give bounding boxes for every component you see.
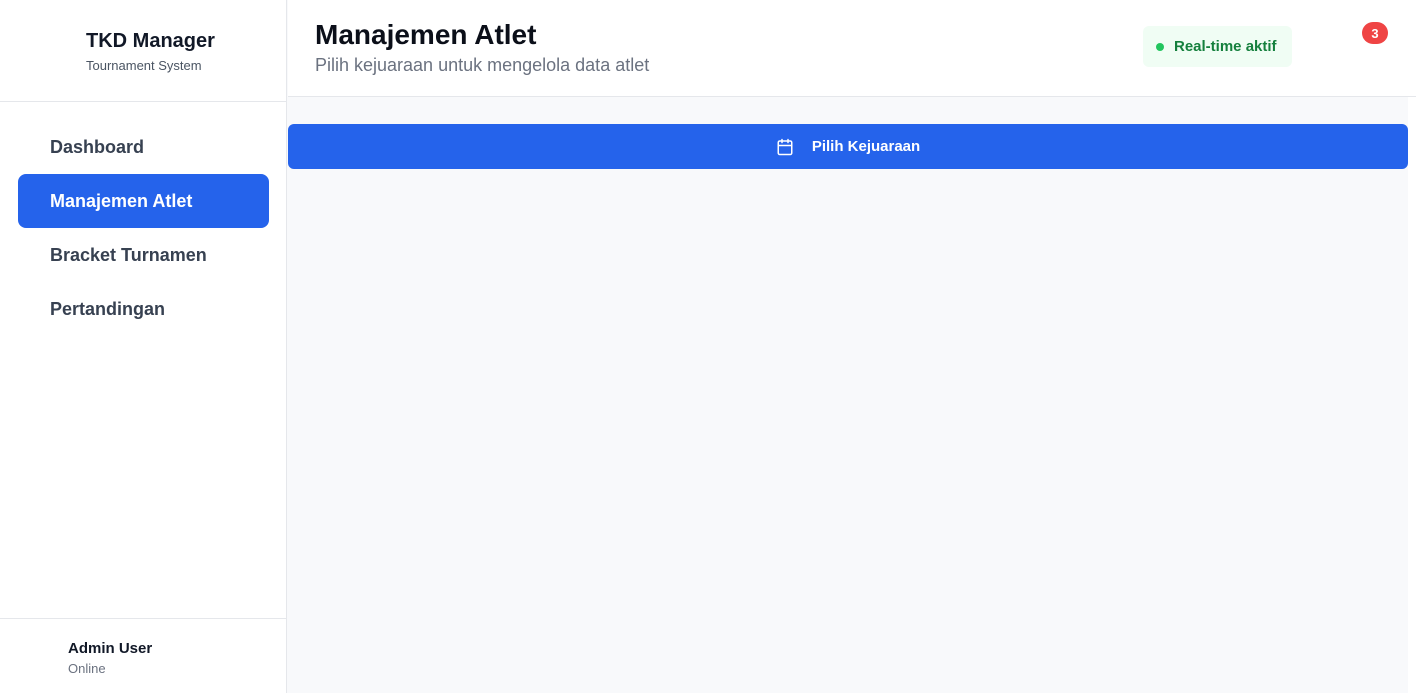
notification-count: 3	[1371, 25, 1379, 41]
user-name: Admin User	[68, 640, 153, 657]
brand-title: TKD Manager	[86, 30, 215, 52]
sidebar-nav: Dashboard Manajemen Atlet Bracket Turnam…	[18, 120, 269, 336]
pick-championship-button[interactable]: Pilih Kejuaraan	[288, 124, 1408, 169]
sidebar-item-label: Pertandingan	[50, 298, 166, 319]
pick-championship-label: Pilih Kejuaraan	[811, 138, 921, 155]
user-panel[interactable]: Admin User Online	[0, 618, 286, 693]
sidebar-item-bracket-turnamen[interactable]: Bracket Turnamen	[18, 228, 269, 282]
status-dot-icon	[1156, 42, 1164, 51]
sidebar-item-manajemen-atlet[interactable]: Manajemen Atlet	[18, 174, 269, 228]
app-root: TKD Manager Tournament System Dashboard …	[0, 0, 1416, 693]
realtime-status-badge: Real-time aktif	[1143, 26, 1292, 67]
brand: TKD Manager Tournament System	[0, 0, 286, 102]
scrollbar-track[interactable]	[1408, 97, 1416, 693]
sidebar-item-pertandingan[interactable]: Pertandingan	[18, 282, 269, 336]
notification-badge[interactable]: 3	[1362, 22, 1388, 44]
sidebar-item-dashboard[interactable]: Dashboard	[18, 120, 269, 174]
page-subtitle: Pilih kejuaraan untuk mengelola data atl…	[315, 55, 650, 75]
page-title: Manajemen Atlet	[315, 19, 537, 50]
sidebar: TKD Manager Tournament System Dashboard …	[0, 0, 287, 693]
sidebar-item-label: Dashboard	[50, 136, 145, 157]
user-status: Online	[68, 661, 106, 676]
realtime-label: Real-time aktif	[1174, 38, 1277, 55]
sidebar-item-label: Manajemen Atlet	[50, 190, 193, 211]
calendar-icon	[776, 138, 794, 156]
sidebar-item-label: Bracket Turnamen	[50, 244, 207, 265]
brand-subtitle: Tournament System	[86, 58, 202, 73]
page-header: Manajemen Atlet Pilih kejuaraan untuk me…	[288, 0, 1416, 97]
